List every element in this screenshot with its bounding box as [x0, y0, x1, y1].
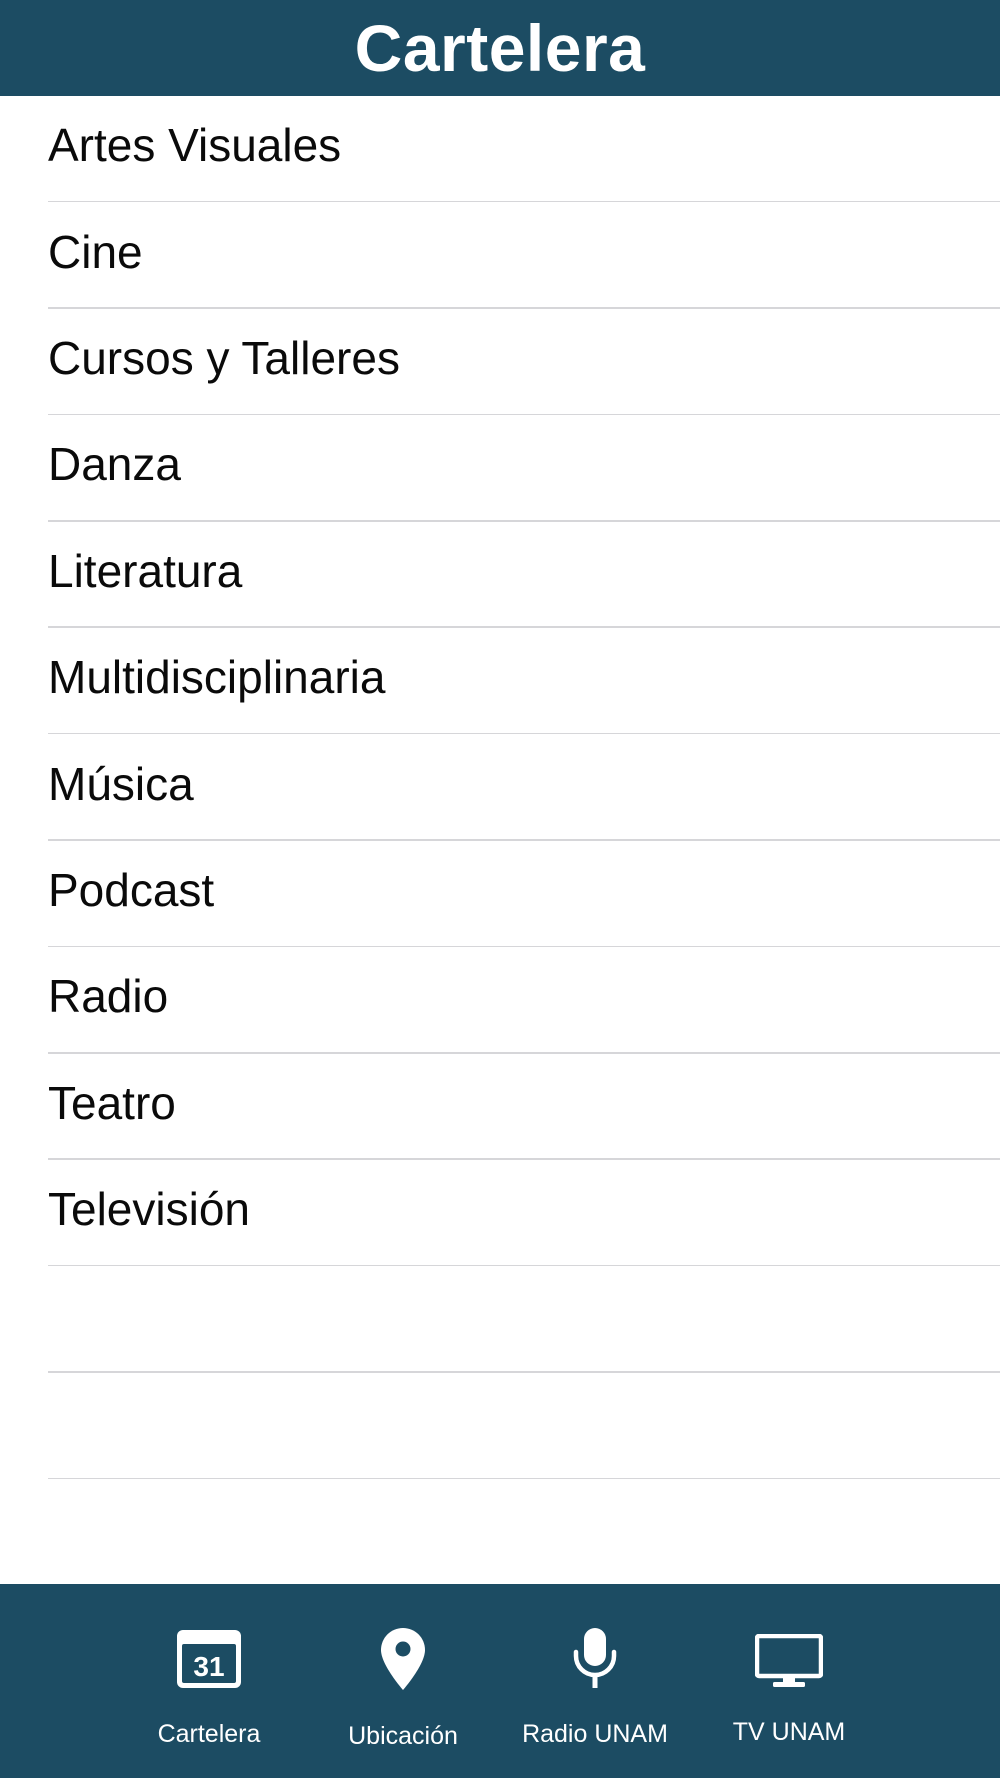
- microphone-icon: [573, 1628, 617, 1688]
- tab-label-tv-unam: TV UNAM: [732, 1718, 846, 1746]
- tab-label-cartelera: Cartelera: [157, 1720, 261, 1748]
- tab-radio-unam[interactable]: Radio UNAM: [500, 1584, 690, 1778]
- list-item-artes-visuales[interactable]: Artes Visuales: [0, 96, 1000, 203]
- tab-label-ubicacion: Ubicación: [348, 1722, 458, 1750]
- app-screen: Cartelera Artes Visuales Cine Cursos y T…: [0, 0, 1000, 1778]
- list-item-label: Artes Visuales: [48, 119, 342, 172]
- calendar-icon-day: 31: [193, 1651, 224, 1682]
- list-item-podcast[interactable]: Podcast: [0, 841, 1000, 948]
- list-item-danza[interactable]: Danza: [0, 415, 1000, 522]
- list-item-musica[interactable]: Música: [0, 734, 1000, 842]
- empty-list-row: [0, 1373, 1000, 1480]
- tab-bar: 31 Cartelera Ubicación Radio UNAM TV UNA…: [0, 1584, 1000, 1778]
- list-item-label: Danza: [48, 438, 181, 491]
- list-item-label: Cursos y Talleres: [48, 331, 400, 384]
- list-item-cursos-y-talleres[interactable]: Cursos y Talleres: [0, 309, 1000, 416]
- empty-list-row: [0, 1479, 1000, 1584]
- list-item-multidisciplinaria[interactable]: Multidisciplinaria: [0, 628, 1000, 735]
- calendar-icon: 31: [177, 1630, 241, 1688]
- list-item-label: Radio: [48, 970, 169, 1023]
- list-item-radio[interactable]: Radio: [0, 947, 1000, 1054]
- category-list[interactable]: Artes Visuales Cine Cursos y Talleres Da…: [0, 96, 1000, 1584]
- list-item-teatro[interactable]: Teatro: [0, 1054, 1000, 1161]
- location-pin-icon: [381, 1628, 425, 1690]
- tab-cartelera[interactable]: 31 Cartelera: [114, 1584, 304, 1778]
- list-item-label: Teatro: [48, 1076, 176, 1129]
- list-item-label: Literatura: [48, 544, 243, 597]
- page-title: Cartelera: [354, 11, 646, 85]
- empty-list-row: [0, 1266, 1000, 1374]
- tab-tv-unam[interactable]: TV UNAM: [694, 1584, 884, 1778]
- navigation-bar: Cartelera: [0, 0, 1000, 96]
- list-item-literatura[interactable]: Literatura: [0, 522, 1000, 629]
- list-item-label: Multidisciplinaria: [48, 651, 386, 704]
- tab-ubicacion[interactable]: Ubicación: [308, 1584, 498, 1778]
- list-item-label: Cine: [48, 225, 143, 278]
- list-item-cine[interactable]: Cine: [0, 202, 1000, 310]
- list-item-label: Podcast: [48, 863, 215, 916]
- list-item-television[interactable]: Televisión: [0, 1160, 1000, 1267]
- tv-monitor-icon: [755, 1634, 823, 1687]
- list-item-label: Música: [48, 757, 194, 810]
- tab-label-radio-unam: Radio UNAM: [522, 1720, 668, 1748]
- list-item-label: Televisión: [48, 1183, 250, 1236]
